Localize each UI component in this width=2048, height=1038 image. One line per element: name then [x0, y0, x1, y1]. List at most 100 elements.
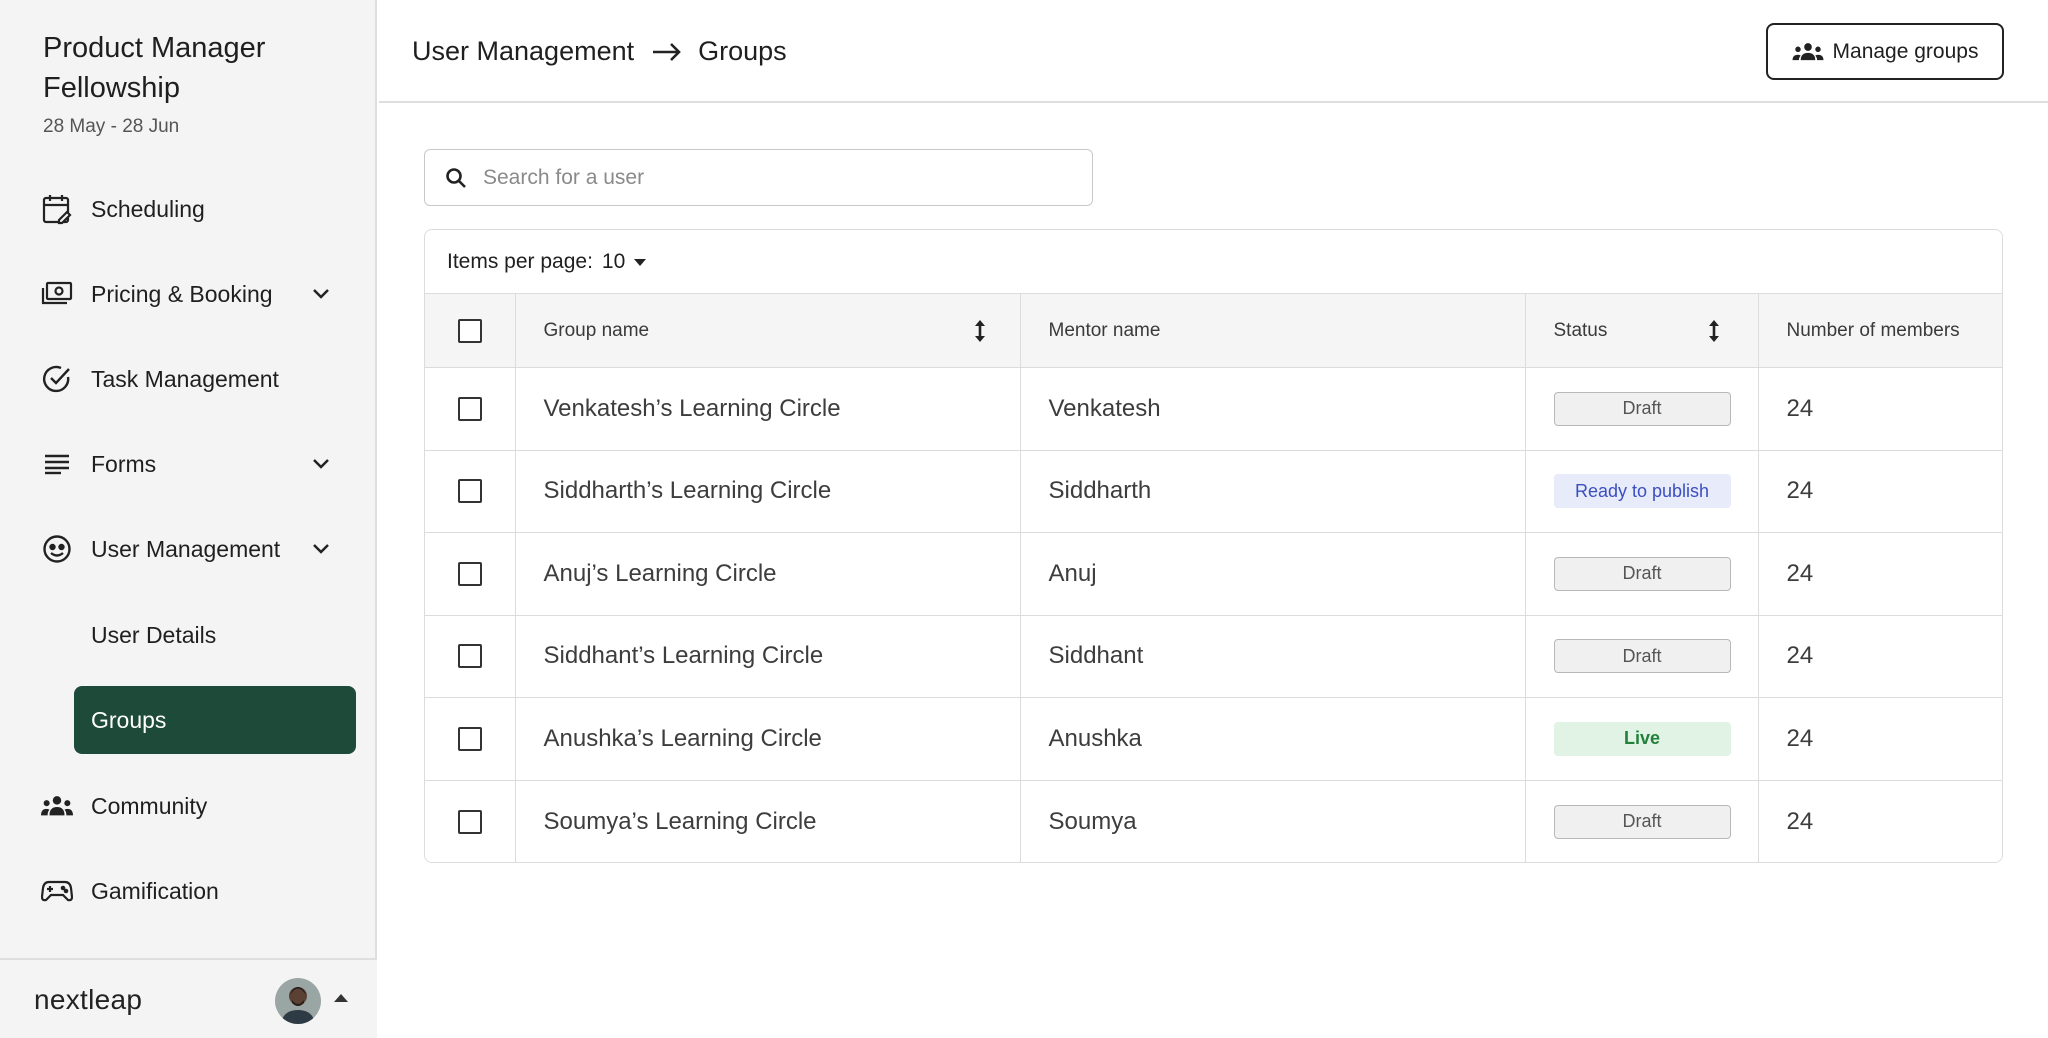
- mentor-name-cell: Siddharth: [1019, 449, 1525, 533]
- group-name-cell: Siddharth’s Learning Circle: [514, 449, 1020, 533]
- chevron-down-icon[interactable]: [308, 536, 334, 562]
- header-checkbox-cell: [425, 293, 515, 368]
- status-badge: Live: [1553, 721, 1731, 756]
- group-name[interactable]: Siddharth’s Learning Circle: [544, 477, 832, 505]
- row-checkbox[interactable]: [457, 726, 482, 751]
- sidebar: Product Manager Fellowship 28 May - 28 J…: [0, 0, 377, 1038]
- group-name[interactable]: Venkatesh’s Learning Circle: [544, 395, 841, 423]
- column-header-status[interactable]: Status: [1524, 293, 1758, 368]
- sidebar-item-label: User Management: [91, 535, 281, 562]
- column-header-label: Status: [1553, 319, 1608, 341]
- member-count: 24: [1786, 724, 1814, 752]
- row-checkbox[interactable]: [457, 479, 482, 504]
- row-checkbox[interactable]: [457, 809, 482, 834]
- mentor-name: Soumya: [1048, 807, 1137, 835]
- status-cell: Draft: [1524, 614, 1758, 698]
- group-name-cell: Siddhant’s Learning Circle: [514, 614, 1020, 698]
- table-row[interactable]: Venkatesh’s Learning Circle Venkatesh Draf…: [425, 367, 2002, 450]
- row-checkbox-cell: [425, 779, 515, 862]
- check-circle-icon: [41, 363, 73, 395]
- mentor-name-cell: Venkatesh: [1019, 367, 1525, 450]
- avatar[interactable]: [275, 978, 321, 1024]
- status-cell: Draft: [1524, 532, 1758, 615]
- status-badge: Ready to publish: [1553, 474, 1731, 509]
- mentor-name-cell: Anushka: [1019, 697, 1525, 780]
- caret-down-icon: [634, 258, 647, 266]
- groups-table-card: Items per page: 10 Group name Mentor nam…: [424, 229, 2003, 863]
- search-input[interactable]: [483, 165, 1043, 190]
- sort-icon[interactable]: [1708, 319, 1720, 342]
- mentor-name: Anushka: [1048, 724, 1142, 752]
- group-name[interactable]: Soumya’s Learning Circle: [544, 808, 817, 836]
- table-row[interactable]: Anuj’s Learning Circle Anuj Draft 24: [425, 532, 2002, 615]
- table-row[interactable]: Anushka’s Learning Circle Anushka Live 24: [425, 697, 2002, 780]
- sidebar-item-label: Community: [91, 792, 208, 819]
- column-header-label: Mentor name: [1048, 319, 1161, 341]
- sidebar-item-groups[interactable]: Groups: [74, 686, 356, 754]
- table-row[interactable]: Siddhant’s Learning Circle Siddhant Draft 2…: [425, 614, 2002, 698]
- sidebar-footer: nextleap: [0, 958, 377, 1038]
- row-checkbox[interactable]: [457, 396, 482, 421]
- caret-up-icon[interactable]: [334, 994, 348, 1002]
- nextleap-logo: nextleap: [34, 984, 143, 1015]
- sidebar-item-label: Groups: [91, 706, 167, 733]
- sidebar-item-pricing-booking[interactable]: Pricing & Booking: [0, 261, 377, 327]
- column-header-mentor-name: Mentor name: [1019, 293, 1525, 368]
- members-cell: 24: [1757, 367, 2002, 450]
- sidebar-item-scheduling[interactable]: Scheduling: [0, 176, 377, 242]
- sidebar-item-user-details[interactable]: User Details: [74, 601, 356, 669]
- table-row[interactable]: Soumya’s Learning Circle Soumya Draft 24: [425, 779, 2002, 862]
- mentor-name-cell: Anuj: [1019, 532, 1525, 615]
- column-header-group-name[interactable]: Group name: [514, 293, 1020, 368]
- row-checkbox[interactable]: [457, 644, 482, 669]
- status-badge: Draft: [1553, 556, 1731, 591]
- items-per-page-select[interactable]: 10: [601, 250, 647, 274]
- member-count: 24: [1786, 642, 1814, 670]
- group-name-cell: Venkatesh’s Learning Circle: [514, 367, 1020, 450]
- column-header-label: Number of members: [1786, 319, 1960, 341]
- row-checkbox-cell: [425, 614, 515, 698]
- chevron-down-icon[interactable]: [308, 281, 334, 307]
- sidebar-item-label: User Details: [91, 621, 217, 648]
- group-name[interactable]: Anuj’s Learning Circle: [544, 560, 777, 588]
- status-cell: Draft: [1524, 367, 1758, 450]
- group-name[interactable]: Siddhant’s Learning Circle: [544, 642, 824, 670]
- sidebar-item-forms[interactable]: Forms: [0, 431, 377, 497]
- row-checkbox[interactable]: [457, 561, 482, 586]
- mentor-name: Anuj: [1048, 559, 1097, 587]
- manage-groups-button[interactable]: Manage groups: [1766, 23, 2004, 80]
- people-icon: [41, 790, 73, 822]
- mentor-name: Siddhant: [1048, 642, 1144, 670]
- sidebar-item-community[interactable]: Community: [0, 773, 377, 839]
- chevron-down-icon[interactable]: [308, 451, 334, 477]
- row-checkbox-cell: [425, 367, 515, 450]
- select-all-checkbox[interactable]: [457, 318, 482, 343]
- status-cell: Live: [1524, 697, 1758, 780]
- members-cell: 24: [1757, 532, 2002, 615]
- status-badge: Draft: [1553, 639, 1731, 674]
- group-name-cell: Anushka’s Learning Circle: [514, 697, 1020, 780]
- group-name[interactable]: Anushka’s Learning Circle: [544, 725, 822, 753]
- manage-groups-label: Manage groups: [1832, 39, 1979, 63]
- sidebar-item-task-management[interactable]: Task Management: [0, 346, 377, 412]
- breadcrumb: User Management Groups: [412, 36, 787, 67]
- sort-icon[interactable]: [974, 319, 986, 342]
- breadcrumb-parent[interactable]: User Management: [412, 36, 634, 67]
- members-cell: 24: [1757, 449, 2002, 533]
- items-per-page-value: 10: [601, 250, 626, 273]
- table-row[interactable]: Siddharth’s Learning Circle Siddharth Read…: [425, 449, 2002, 533]
- program-dates: 28 May - 28 Jun: [43, 116, 180, 137]
- sidebar-item-user-management[interactable]: User Management: [0, 516, 377, 582]
- member-count: 24: [1786, 807, 1814, 835]
- sidebar-item-label: Pricing & Booking: [91, 280, 273, 307]
- members-cell: 24: [1757, 779, 2002, 862]
- group-name-cell: Soumya’s Learning Circle: [514, 779, 1020, 862]
- sidebar-item-label: Gamification: [91, 877, 219, 904]
- user-face-icon: [41, 533, 73, 565]
- sidebar-item-gamification[interactable]: Gamification: [0, 858, 377, 924]
- page-header: User Management Groups Manage groups: [379, 0, 2048, 103]
- status-cell: Draft: [1524, 779, 1758, 862]
- group-name-cell: Anuj’s Learning Circle: [514, 532, 1020, 615]
- member-count: 24: [1786, 477, 1814, 505]
- row-checkbox-cell: [425, 532, 515, 615]
